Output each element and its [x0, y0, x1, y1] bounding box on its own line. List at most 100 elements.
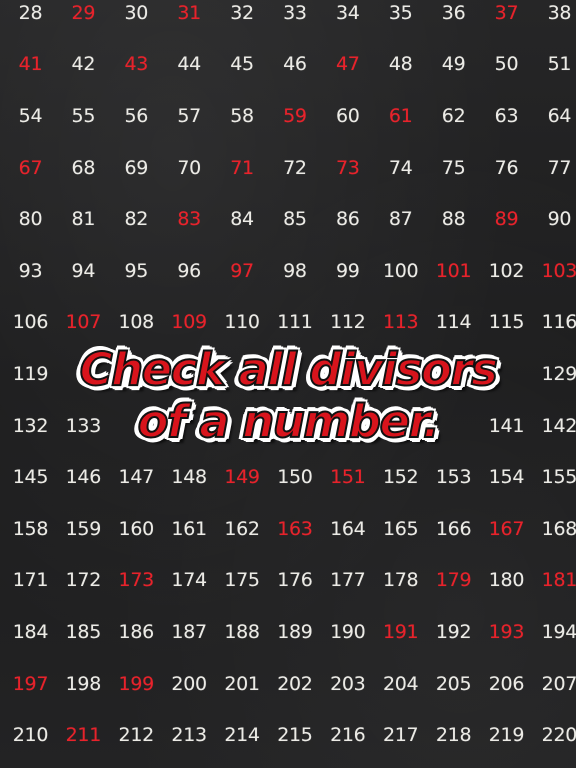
number-cell: 56 [124, 104, 149, 127]
number-cell: 116 [541, 311, 576, 334]
prime-number-cell: 211 [65, 724, 102, 747]
number-cell: 207 [541, 672, 576, 695]
number-cell: 57 [177, 104, 201, 127]
number-cell: 58 [230, 104, 254, 127]
number-cell: 72 [283, 156, 307, 179]
number-cell: 172 [65, 569, 102, 592]
number-cell: 164 [330, 517, 366, 540]
number-cell: 110 [224, 311, 260, 334]
number-cell: 212 [118, 724, 155, 747]
number-cell: 215 [277, 724, 313, 747]
number-cell: 165 [382, 517, 419, 540]
number-cell: 50 [494, 53, 519, 76]
number-cell: 108 [118, 311, 155, 334]
number-cell: 176 [277, 569, 313, 592]
prime-number-cell: 199 [118, 672, 155, 695]
number-cell: 119 [12, 362, 49, 385]
number-cell-hidden [427, 400, 480, 452]
prime-number-cell: 103 [541, 259, 576, 282]
number-cell: 178 [382, 569, 419, 592]
number-cell: 147 [118, 466, 155, 489]
number-cell: 82 [124, 208, 149, 231]
prime-number-cell: 43 [124, 53, 149, 76]
number-cell: 133 [65, 414, 102, 437]
number-cell: 80 [18, 208, 43, 231]
number-cell: 88 [441, 208, 466, 231]
number-cell: 218 [435, 724, 472, 747]
number-cell: 166 [435, 517, 472, 540]
number-cell: 96 [177, 259, 201, 282]
number-cell: 210 [12, 724, 49, 747]
number-cell: 46 [283, 53, 307, 76]
number-cell: 146 [65, 466, 102, 489]
number-cell: 99 [336, 259, 360, 282]
number-cell: 85 [283, 208, 307, 231]
number-cell: 95 [124, 259, 149, 282]
number-cell: 129 [541, 362, 576, 385]
number-cell: 36 [441, 1, 466, 24]
number-cell: 161 [171, 517, 207, 540]
number-cell: 38 [547, 1, 572, 24]
number-cell: 201 [224, 672, 260, 695]
number-cell: 45 [230, 53, 254, 76]
number-cell: 28 [18, 1, 43, 24]
number-cell: 219 [488, 724, 525, 747]
number-cell: 35 [388, 1, 413, 24]
number-cell: 111 [277, 311, 313, 334]
number-cell: 102 [488, 259, 525, 282]
number-cell: 158 [12, 517, 49, 540]
number-cell-hidden [110, 348, 163, 400]
number-cell-hidden [374, 348, 427, 400]
number-cell: 206 [488, 672, 525, 695]
number-cell: 213 [171, 724, 207, 747]
number-grid: 28 29 30 31 32 33 34 35 36 37 38 41 42 43 44 45 46 47 48 49… [4, 0, 576, 761]
number-cell-hidden [427, 348, 480, 400]
number-cell: 69 [124, 156, 149, 179]
prime-number-cell: 101 [435, 259, 472, 282]
number-cell: 159 [65, 517, 102, 540]
number-cell: 42 [71, 53, 96, 76]
number-cell: 54 [18, 104, 43, 127]
number-cell: 168 [541, 517, 576, 540]
prime-number-cell: 89 [494, 208, 519, 231]
number-cell: 84 [230, 208, 254, 231]
prime-number-cell: 73 [336, 156, 360, 179]
number-cell: 200 [171, 672, 207, 695]
prime-number-cell: 29 [71, 1, 96, 24]
number-cell: 132 [12, 414, 49, 437]
number-cell: 180 [488, 569, 525, 592]
prime-number-cell: 59 [283, 104, 307, 127]
prime-number-cell: 107 [65, 311, 102, 334]
number-cell: 86 [336, 208, 360, 231]
number-cell-hidden [163, 348, 216, 400]
number-cell: 204 [382, 672, 419, 695]
number-cell-hidden [163, 400, 216, 452]
number-cell: 93 [18, 259, 43, 282]
number-cell-hidden [321, 400, 374, 452]
number-cell-hidden [216, 400, 269, 452]
number-cell-hidden [216, 348, 269, 400]
prime-number-cell: 71 [230, 156, 254, 179]
number-cell: 76 [494, 156, 519, 179]
prime-number-cell: 173 [118, 569, 155, 592]
poster: 28 29 30 31 32 33 34 35 36 37 38 41 42 43 44 45 46 47 48 49… [0, 0, 576, 768]
number-cell: 150 [277, 466, 313, 489]
number-cell: 112 [330, 311, 366, 334]
number-cell: 87 [388, 208, 413, 231]
prime-number-cell: 113 [382, 311, 419, 334]
number-cell: 198 [65, 672, 102, 695]
number-cell: 190 [330, 620, 366, 643]
number-cell-hidden [57, 348, 110, 400]
number-cell: 185 [65, 620, 102, 643]
number-cell: 63 [494, 104, 519, 127]
prime-number-cell: 181 [541, 569, 576, 592]
prime-number-cell: 193 [488, 620, 525, 643]
prime-number-cell: 191 [382, 620, 419, 643]
number-cell: 64 [547, 104, 572, 127]
number-cell: 171 [12, 569, 49, 592]
number-cell: 216 [330, 724, 366, 747]
number-cell: 60 [336, 104, 360, 127]
number-cell: 74 [388, 156, 413, 179]
number-cell-hidden [268, 400, 321, 452]
number-cell: 48 [388, 53, 413, 76]
